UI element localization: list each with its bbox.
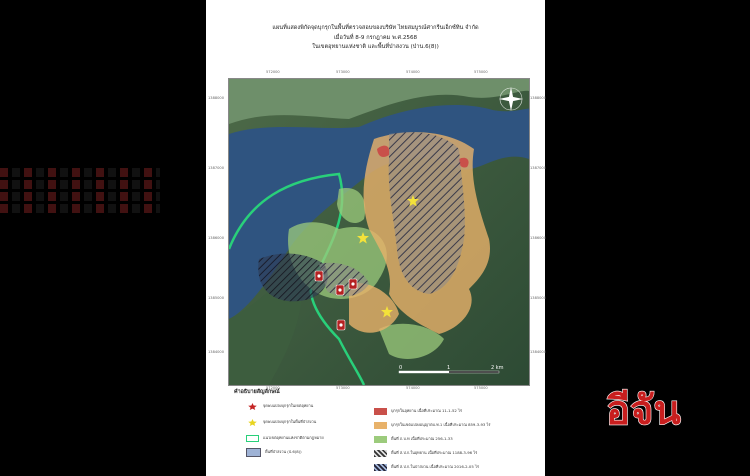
- blue-fill-swatch: [246, 447, 261, 457]
- green-outline-swatch: [246, 434, 259, 442]
- legend-item: พื้นที่ ส.ป.ก.ในป่าสงวน เนื้อที่ประมาณ 2…: [374, 461, 479, 473]
- scale-label-0: 0: [399, 365, 402, 371]
- bottom-tick: 574000: [406, 386, 420, 390]
- title-line-3: ในเขตอุทยานแห่งชาติ และพื้นที่ป่าสงวน (ป…: [312, 44, 439, 50]
- left-tick: 1386000: [208, 236, 225, 240]
- ejan-logo: อีจัน: [605, 387, 681, 434]
- legend-label: พื้นที่ป่าสงวน (ป.6(8)): [265, 449, 302, 454]
- legend-item: พื้นที่ ภ.บ.ท เนื้อที่ประมาณ 256-1-33: [374, 433, 453, 445]
- legend-label: จุดพบแปลงบุกรุกในพื้นที่ป่าสงวน: [263, 419, 317, 424]
- legend-item: จุดพบแปลงบุกรุกในเขตอุทยาน: [246, 400, 313, 412]
- top-tick: 575000: [474, 70, 488, 74]
- orange-fill-swatch: [374, 421, 387, 429]
- legend-label: พื้นที่ ภ.บ.ท เนื้อที่ประมาณ 256-1-33: [391, 436, 453, 441]
- scale-label-1: 1: [447, 365, 450, 371]
- left-tick: 1385000: [208, 296, 225, 300]
- legend-label: พื้นที่ ส.ป.ก.ในอุทยาน เนื้อที่ประมาณ 11…: [391, 450, 478, 455]
- scale-label-2: 2 km: [491, 365, 504, 371]
- title-line-1: แผนที่แสดงพิกัดจุดบุกรุกในพื้นที่ตรวจสอบ…: [272, 25, 479, 31]
- right-tick: 1385000: [530, 296, 547, 300]
- left-tick: 1388000: [208, 96, 225, 100]
- legend-label: บุกรุกในอุทยาน เนื้อที่ประมาณ 11-1-52 ไร…: [391, 408, 462, 413]
- legend-item: แนวเขตอุทยานแห่งชาติตามกฎหมาย: [246, 432, 324, 444]
- hatch-swatch: [374, 449, 387, 457]
- title-line-2: เมื่อวันที่ 8-9 กรกฎาคม พ.ศ.2568: [333, 34, 418, 41]
- red-fill-swatch: [374, 407, 387, 415]
- red-star-icon[interactable]: [314, 270, 324, 282]
- top-tick: 572000: [266, 70, 280, 74]
- right-tick: 1387000: [530, 166, 547, 170]
- bottom-tick: 573000: [336, 386, 350, 390]
- logo-text: อีจัน: [606, 388, 681, 434]
- legend-label: จุดพบแปลงบุกรุกในเขตอุทยาน: [263, 403, 314, 408]
- legend-label: พื้นที่ ส.ป.ก.ในป่าสงวน เนื้อที่ประมาณ 2…: [391, 464, 479, 469]
- green-fill-swatch: [374, 435, 387, 443]
- hatch-blue-swatch: [374, 463, 387, 471]
- top-tick: 573000: [336, 70, 350, 74]
- left-tick: 1387000: [208, 166, 225, 170]
- legend-label: แนวเขตอุทยานแห่งชาติตามกฎหมาย: [263, 435, 324, 440]
- left-tick: 1384000: [208, 350, 225, 354]
- legend-item: พื้นที่ป่าสงวน (ป.6(8)): [246, 446, 302, 458]
- map-document: แผนที่แสดงพิกัดจุดบุกรุกในพื้นที่ตรวจสอบ…: [206, 0, 547, 476]
- legend-title: คำอธิบายสัญลักษณ์: [234, 389, 280, 395]
- background-blur-text: [0, 165, 160, 225]
- right-tick: 1384000: [530, 350, 547, 354]
- legend-item: พื้นที่ ส.ป.ก.ในอุทยาน เนื้อที่ประมาณ 11…: [374, 447, 477, 459]
- bottom-tick: 575000: [474, 386, 488, 390]
- red-star-icon[interactable]: [348, 278, 358, 290]
- map-title: แผนที่แสดงพิกัดจุดบุกรุกในพื้นที่ตรวจสอบ…: [206, 24, 545, 53]
- red-star-icon[interactable]: [335, 284, 345, 296]
- right-tick: 1386000: [530, 236, 547, 240]
- legend-item: บุกรุกในเขตแปลงอนุญาตบ.ท.1 เนื้อที่ประมา…: [374, 419, 490, 431]
- red-star-icon[interactable]: [336, 319, 346, 331]
- legend-label: บุกรุกในเขตแปลงอนุญาตบ.ท.1 เนื้อที่ประมา…: [391, 422, 491, 427]
- legend-item: บุกรุกในอุทยาน เนื้อที่ประมาณ 11-1-52 ไร…: [374, 405, 462, 417]
- yellow-star-icon: [248, 418, 257, 426]
- top-tick: 574000: [406, 70, 420, 74]
- legend-item: จุดพบแปลงบุกรุกในพื้นที่ป่าสงวน: [246, 416, 316, 428]
- right-tick: 1388000: [530, 96, 547, 100]
- red-star-icon: [248, 402, 257, 410]
- satellite-map[interactable]: 0 1 2 km: [228, 78, 530, 386]
